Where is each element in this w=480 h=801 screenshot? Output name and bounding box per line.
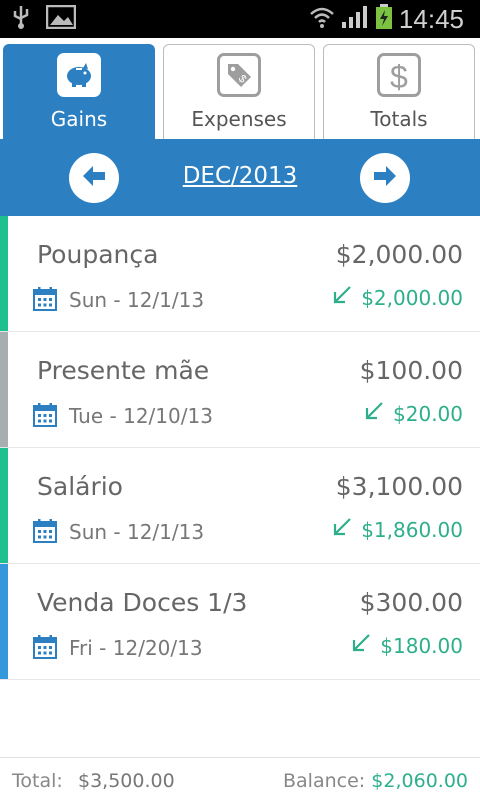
tab-totals-label: Totals (370, 107, 428, 131)
balance-value: $2,060.00 (371, 770, 468, 792)
calendar-icon (32, 518, 58, 548)
status-bar: 14:45 (0, 0, 480, 38)
summary-footer: Total: $3,500.00 Balance: $2,060.00 (0, 757, 480, 801)
item-name: Salário (37, 472, 123, 501)
item-received-value: $1,860.00 (361, 517, 463, 542)
item-name: Presente mãe (37, 356, 210, 385)
item-received: $2,000.00 (331, 284, 463, 311)
item-date: Sun - 12/1/13 (69, 288, 205, 312)
category-color-bar (0, 216, 8, 331)
item-amount: $100.00 (359, 356, 463, 385)
dollar-icon: $ (377, 53, 421, 97)
list-item[interactable]: Salário $3,100.00 Sun - 12/1/13 $1,860.0… (0, 448, 480, 564)
tab-expenses[interactable]: $ Expenses (163, 44, 315, 139)
item-received: $180.00 (350, 632, 463, 659)
total-value: $3,500.00 (78, 770, 175, 792)
balance-label: Balance: (283, 770, 366, 792)
item-amount: $3,100.00 (335, 472, 463, 501)
category-color-bar (0, 448, 8, 563)
tab-gains-label: Gains (50, 107, 108, 131)
price-tag-icon: $ (217, 53, 261, 97)
arrow-right-icon (370, 161, 400, 195)
usb-icon (10, 4, 32, 34)
arrow-down-left-icon (350, 632, 372, 659)
month-navigator: DEC/2013 (0, 139, 480, 216)
item-amount: $300.00 (359, 588, 463, 617)
next-month-button[interactable] (360, 153, 410, 203)
tab-expenses-label: Expenses (191, 107, 287, 131)
item-date: Fri - 12/20/13 (69, 636, 203, 660)
image-icon (45, 4, 77, 33)
item-received: $20.00 (363, 400, 463, 427)
item-date: Tue - 12/10/13 (69, 404, 213, 428)
calendar-icon (32, 286, 58, 316)
calendar-icon (32, 634, 58, 664)
category-color-bar (0, 564, 8, 679)
category-color-bar (0, 332, 8, 447)
item-name: Venda Doces 1/3 (37, 588, 248, 617)
tab-totals[interactable]: $ Totals (323, 44, 475, 139)
calendar-icon (32, 402, 58, 432)
clock: 14:45 (398, 3, 464, 34)
tab-bar: Gains $ Expenses $ Totals (0, 38, 480, 139)
item-received-value: $180.00 (380, 633, 463, 658)
item-received: $1,860.00 (331, 516, 463, 543)
piggy-bank-icon (57, 53, 101, 97)
total-label: Total: (12, 770, 63, 792)
item-date: Sun - 12/1/13 (69, 520, 205, 544)
list-item[interactable]: Presente mãe $100.00 Tue - 12/10/13 $20.… (0, 332, 480, 448)
item-received-value: $2,000.00 (361, 285, 463, 310)
arrow-down-left-icon (331, 516, 353, 543)
item-amount: $2,000.00 (335, 240, 463, 269)
wifi-icon (309, 5, 335, 33)
item-name: Poupança (37, 240, 159, 269)
battery-icon (375, 4, 393, 34)
gains-list: Poupança $2,000.00 Sun - 12/1/13 $2,000.… (0, 216, 480, 680)
list-item[interactable]: Poupança $2,000.00 Sun - 12/1/13 $2,000.… (0, 216, 480, 332)
arrow-down-left-icon (331, 284, 353, 311)
tab-gains[interactable]: Gains (3, 44, 155, 139)
svg-text:$: $ (390, 59, 408, 92)
arrow-down-left-icon (363, 400, 385, 427)
item-received-value: $20.00 (393, 401, 463, 426)
signal-icon (341, 5, 369, 33)
list-item[interactable]: Venda Doces 1/3 $300.00 Fri - 12/20/13 $… (0, 564, 480, 680)
